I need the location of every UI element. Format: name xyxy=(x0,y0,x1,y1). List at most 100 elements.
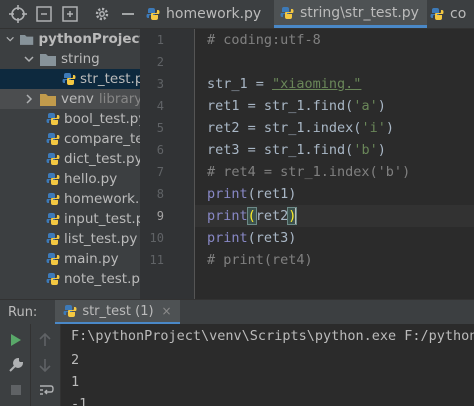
folder-icon xyxy=(40,53,56,66)
gear-icon[interactable] xyxy=(92,4,112,24)
soft-wrap-icon[interactable] xyxy=(38,382,54,398)
minimize-icon[interactable] xyxy=(118,4,138,24)
tree-file-dict-test[interactable]: dict_test.py xyxy=(0,149,140,169)
chevron-right-icon xyxy=(26,94,33,104)
rerun-icon[interactable] xyxy=(8,332,24,348)
code-line: print(ret2) xyxy=(207,205,298,227)
code-token: ret1 = str_1.find( xyxy=(207,98,354,114)
tab-str-test-label: string\str_test.py xyxy=(300,4,419,21)
code-line: # coding:utf-8 xyxy=(207,32,321,48)
line-number: 1 xyxy=(156,33,164,47)
tab-str-test[interactable]: string\str_test.py xyxy=(274,0,427,28)
tree-file-hello[interactable]: hello.py xyxy=(0,169,140,189)
close-icon[interactable]: × xyxy=(162,304,172,318)
code-token: ) xyxy=(288,230,297,246)
code-token: str_1 = xyxy=(207,76,273,92)
tab-compare-label: co xyxy=(450,6,467,22)
tree-file-homework[interactable]: homework.py xyxy=(0,189,140,209)
python-file-icon xyxy=(46,193,60,205)
code-token: ret2 = str_1.index( xyxy=(207,120,362,136)
tab-homework-label: homework.py xyxy=(166,6,262,22)
code-token: ) xyxy=(377,98,386,114)
chevron-down-icon xyxy=(6,36,14,42)
python-file-icon xyxy=(146,8,160,20)
tree-root[interactable]: pythonProject xyxy=(0,29,140,49)
wrench-icon[interactable] xyxy=(8,357,24,373)
code-token: ) xyxy=(377,142,386,158)
collapse-all-icon[interactable] xyxy=(34,4,54,24)
tree-item-note: library r xyxy=(98,91,140,107)
code-line: ret3 = str_1.find('b') xyxy=(207,139,386,161)
code-token: ) xyxy=(385,120,394,136)
tree-item-label: bool_test.py xyxy=(64,111,140,127)
line-number: 2 xyxy=(156,55,164,69)
run-tab[interactable]: str_test (1) × xyxy=(55,300,180,324)
code-line: # print(ret4) xyxy=(207,252,313,268)
python-file-icon xyxy=(46,153,60,165)
tree-file-bool-test[interactable]: bool_test.py xyxy=(0,109,140,129)
console-command: F:\pythonProject\venv\Scripts\python.exe… xyxy=(71,328,474,344)
code-editor[interactable]: 1 2 3 4 5 6 7 8 9 10 11 # coding:utf-8 s… xyxy=(140,29,474,299)
builtin-token: print xyxy=(207,186,248,202)
toolbar-divider xyxy=(30,324,31,406)
python-file-icon xyxy=(62,73,76,85)
tree-item-label: string xyxy=(61,51,100,67)
string-literal: 'b' xyxy=(353,142,378,158)
tree-file-note-test[interactable]: note_test.py xyxy=(0,269,140,289)
string-literal: 'a' xyxy=(353,98,378,114)
code-token: ret3 = str_1.find( xyxy=(207,142,354,158)
tree-file-input-test[interactable]: input_test.py xyxy=(0,209,140,229)
crosshair-icon[interactable] xyxy=(8,4,28,24)
python-file-icon xyxy=(46,273,60,285)
code-token: ret1 xyxy=(255,186,289,202)
line-number: 5 xyxy=(156,121,164,135)
chevron-down-icon xyxy=(24,56,34,63)
tree-item-label: note_test.py xyxy=(64,271,140,287)
arrow-down-icon[interactable] xyxy=(38,357,52,373)
line-number: 7 xyxy=(156,165,164,179)
tree-item-label: hello.py xyxy=(64,171,118,187)
tree-item-label: list_test.py xyxy=(64,231,138,247)
line-number: 9 xyxy=(156,209,164,223)
line-number: 8 xyxy=(156,187,164,201)
run-toolbar xyxy=(0,324,61,406)
code-line: str_1 = "xiaoming." xyxy=(207,73,361,95)
tree-file-str-test[interactable]: str_test.py xyxy=(0,69,140,89)
line-number: 6 xyxy=(156,143,164,157)
tree-file-compare-test[interactable]: compare_test xyxy=(0,129,140,149)
project-toolbar xyxy=(0,0,140,29)
tree-folder-string[interactable]: string xyxy=(0,49,140,69)
code-line: print(ret3) xyxy=(207,227,296,249)
console-output-line: 1 xyxy=(71,374,80,390)
python-file-icon xyxy=(46,173,60,185)
tab-homework[interactable]: homework.py xyxy=(146,0,261,28)
python-file-icon xyxy=(280,6,294,19)
folder-icon xyxy=(40,93,56,106)
tree-file-list-test[interactable]: list_test.py xyxy=(0,229,140,249)
tree-file-main[interactable]: main.py xyxy=(0,249,140,269)
line-number: 3 xyxy=(156,77,164,91)
arrow-up-icon[interactable] xyxy=(38,332,52,348)
code-token: ret3 xyxy=(255,230,289,246)
string-literal: 'i' xyxy=(361,120,386,136)
code-line: print(ret1) xyxy=(207,183,296,205)
python-file-icon xyxy=(46,233,60,245)
tab-compare[interactable]: co xyxy=(430,0,466,28)
line-number: 4 xyxy=(156,99,164,113)
python-file-icon xyxy=(46,253,60,265)
tree-item-label: compare_test xyxy=(64,131,140,147)
code-token: ret2 xyxy=(255,208,289,224)
tree-folder-venv[interactable]: venv library r xyxy=(0,89,140,109)
expand-all-icon[interactable] xyxy=(60,4,80,24)
code-token: ( xyxy=(247,186,256,202)
text-caret xyxy=(295,208,298,224)
run-panel-header: Run: str_test (1) × xyxy=(0,299,474,325)
stop-icon[interactable] xyxy=(8,382,24,398)
builtin-token: print xyxy=(207,208,248,224)
run-console[interactable]: F:\pythonProject\venv\Scripts\python.exe… xyxy=(61,324,474,406)
builtin-token: print xyxy=(207,230,248,246)
editor-tabs: homework.py string\str_test.py co xyxy=(140,0,474,29)
project-tree: pythonProject string str_test.py venv li… xyxy=(0,29,140,299)
python-file-icon xyxy=(430,8,444,20)
tree-item-label: main.py xyxy=(64,251,119,267)
